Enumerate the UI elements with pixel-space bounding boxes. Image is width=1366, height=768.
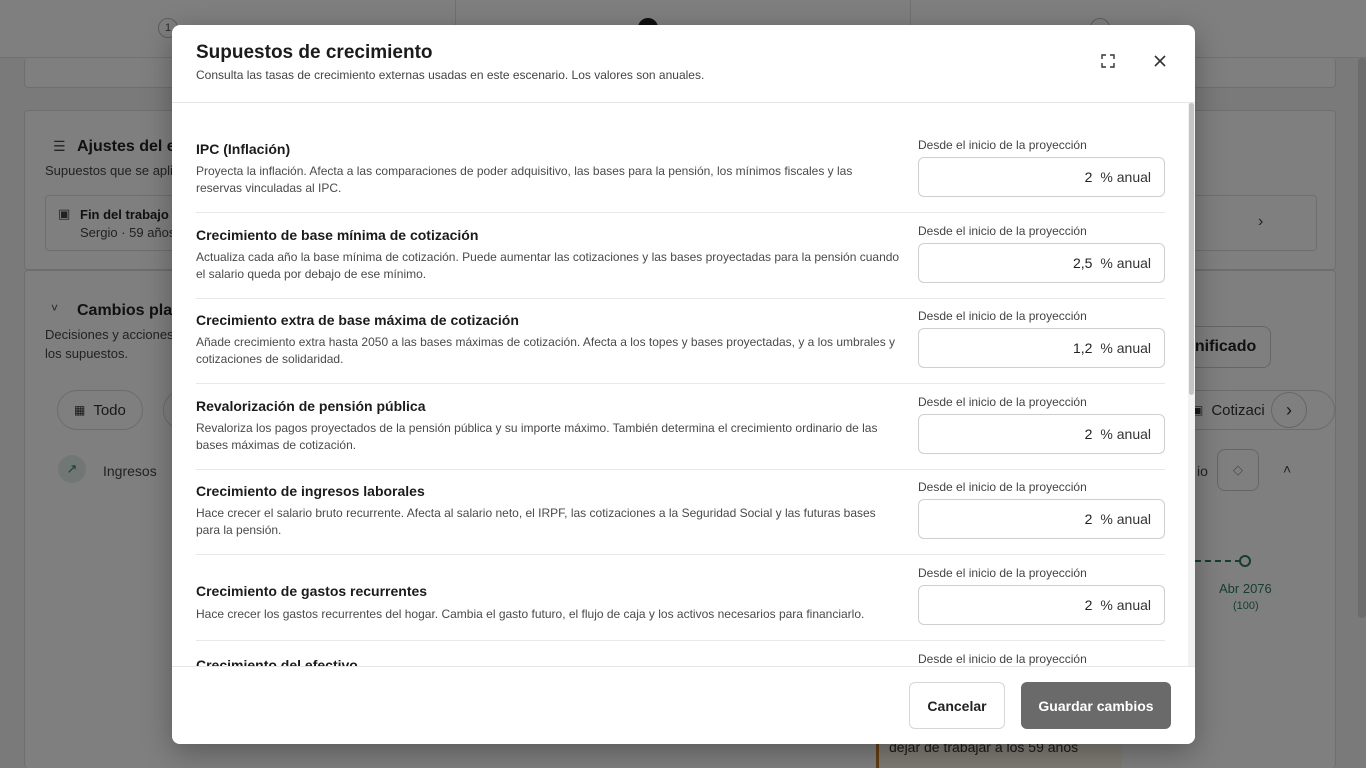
dialog-header: Supuestos de crecimiento Consulta las ta… bbox=[172, 25, 1195, 103]
field-label: Desde el inicio de la proyección bbox=[918, 224, 1087, 238]
dialog-scrollbar[interactable] bbox=[1188, 103, 1195, 666]
rate-input-cpi[interactable] bbox=[1032, 169, 1093, 185]
save-button[interactable]: Guardar cambios bbox=[1021, 682, 1171, 729]
rate-unit: % anual bbox=[1100, 169, 1151, 185]
assumption-row-cash: Crecimiento del efectivo Desde el inicio… bbox=[196, 641, 1165, 666]
assumption-row-min-base: Crecimiento de base mínima de cotización… bbox=[196, 213, 1165, 299]
rate-unit: % anual bbox=[1100, 426, 1151, 442]
close-icon[interactable] bbox=[1147, 48, 1173, 74]
rate-unit: % anual bbox=[1100, 340, 1151, 356]
assumption-title: Crecimiento extra de base máxima de coti… bbox=[196, 312, 519, 328]
assumption-title: Crecimiento de ingresos laborales bbox=[196, 483, 425, 499]
rate-input-max-base[interactable] bbox=[1032, 340, 1093, 356]
field-label: Desde el inicio de la proyección bbox=[918, 566, 1087, 580]
rate-unit: % anual bbox=[1100, 255, 1151, 271]
assumption-description: Revaloriza los pagos proyectados de la p… bbox=[196, 421, 878, 452]
assumption-description: Hace crecer los gastos recurrentes del h… bbox=[196, 607, 865, 621]
field-label: Desde el inicio de la proyección bbox=[918, 652, 1087, 666]
assumption-title: IPC (Inflación) bbox=[196, 141, 291, 157]
dialog-body[interactable]: IPC (Inflación) Proyecta la inflación. A… bbox=[172, 103, 1188, 666]
assumption-title: Revalorización de pensión pública bbox=[196, 398, 426, 414]
field-label: Desde el inicio de la proyección bbox=[918, 309, 1087, 323]
dialog-subtitle: Consulta las tasas de crecimiento extern… bbox=[196, 68, 705, 82]
assumption-row-expenses: Crecimiento de gastos recurrentes Hace c… bbox=[196, 555, 1165, 641]
field-label: Desde el inicio de la proyección bbox=[918, 138, 1087, 152]
cancel-button[interactable]: Cancelar bbox=[909, 682, 1005, 729]
assumption-title: Crecimiento del efectivo bbox=[196, 657, 358, 666]
assumption-title: Crecimiento de gastos recurrentes bbox=[196, 583, 428, 599]
rate-unit: % anual bbox=[1100, 511, 1151, 527]
assumption-row-cpi: IPC (Inflación) Proyecta la inflación. A… bbox=[196, 127, 1165, 213]
rate-field[interactable]: % anual bbox=[918, 585, 1165, 625]
assumption-description: Hace crecer el salario bruto recurrente.… bbox=[196, 506, 876, 537]
rate-input-labor-income[interactable] bbox=[1032, 511, 1093, 527]
rate-unit: % anual bbox=[1100, 597, 1151, 613]
dialog-title: Supuestos de crecimiento bbox=[196, 42, 433, 63]
field-label: Desde el inicio de la proyección bbox=[918, 480, 1087, 494]
assumption-description: Proyecta la inflación. Afecta a las comp… bbox=[196, 164, 853, 195]
growth-assumptions-dialog: Supuestos de crecimiento Consulta las ta… bbox=[172, 25, 1195, 744]
rate-input-pension[interactable] bbox=[1032, 426, 1093, 442]
rate-field[interactable]: % anual bbox=[918, 157, 1165, 197]
assumption-row-pension: Revalorización de pensión pública Revalo… bbox=[196, 384, 1165, 470]
rate-field[interactable]: % anual bbox=[918, 499, 1165, 539]
rate-input-min-base[interactable] bbox=[1032, 255, 1093, 271]
assumption-title: Crecimiento de base mínima de cotización bbox=[196, 227, 479, 243]
field-label: Desde el inicio de la proyección bbox=[918, 395, 1087, 409]
expand-icon[interactable] bbox=[1095, 48, 1121, 74]
dialog-scrollbar-thumb[interactable] bbox=[1189, 103, 1194, 395]
assumption-row-max-base: Crecimiento extra de base máxima de coti… bbox=[196, 298, 1165, 384]
assumption-description: Actualiza cada año la base mínima de cot… bbox=[196, 250, 900, 281]
rate-field[interactable]: % anual bbox=[918, 414, 1165, 454]
rate-input-expenses[interactable] bbox=[1032, 597, 1093, 613]
dialog-footer: Cancelar Guardar cambios bbox=[172, 666, 1195, 744]
assumption-row-labor-income: Crecimiento de ingresos laborales Hace c… bbox=[196, 469, 1165, 555]
rate-field[interactable]: % anual bbox=[918, 328, 1165, 368]
assumption-description: Añade crecimiento extra hasta 2050 a las… bbox=[196, 335, 896, 366]
rate-field[interactable]: % anual bbox=[918, 243, 1165, 283]
